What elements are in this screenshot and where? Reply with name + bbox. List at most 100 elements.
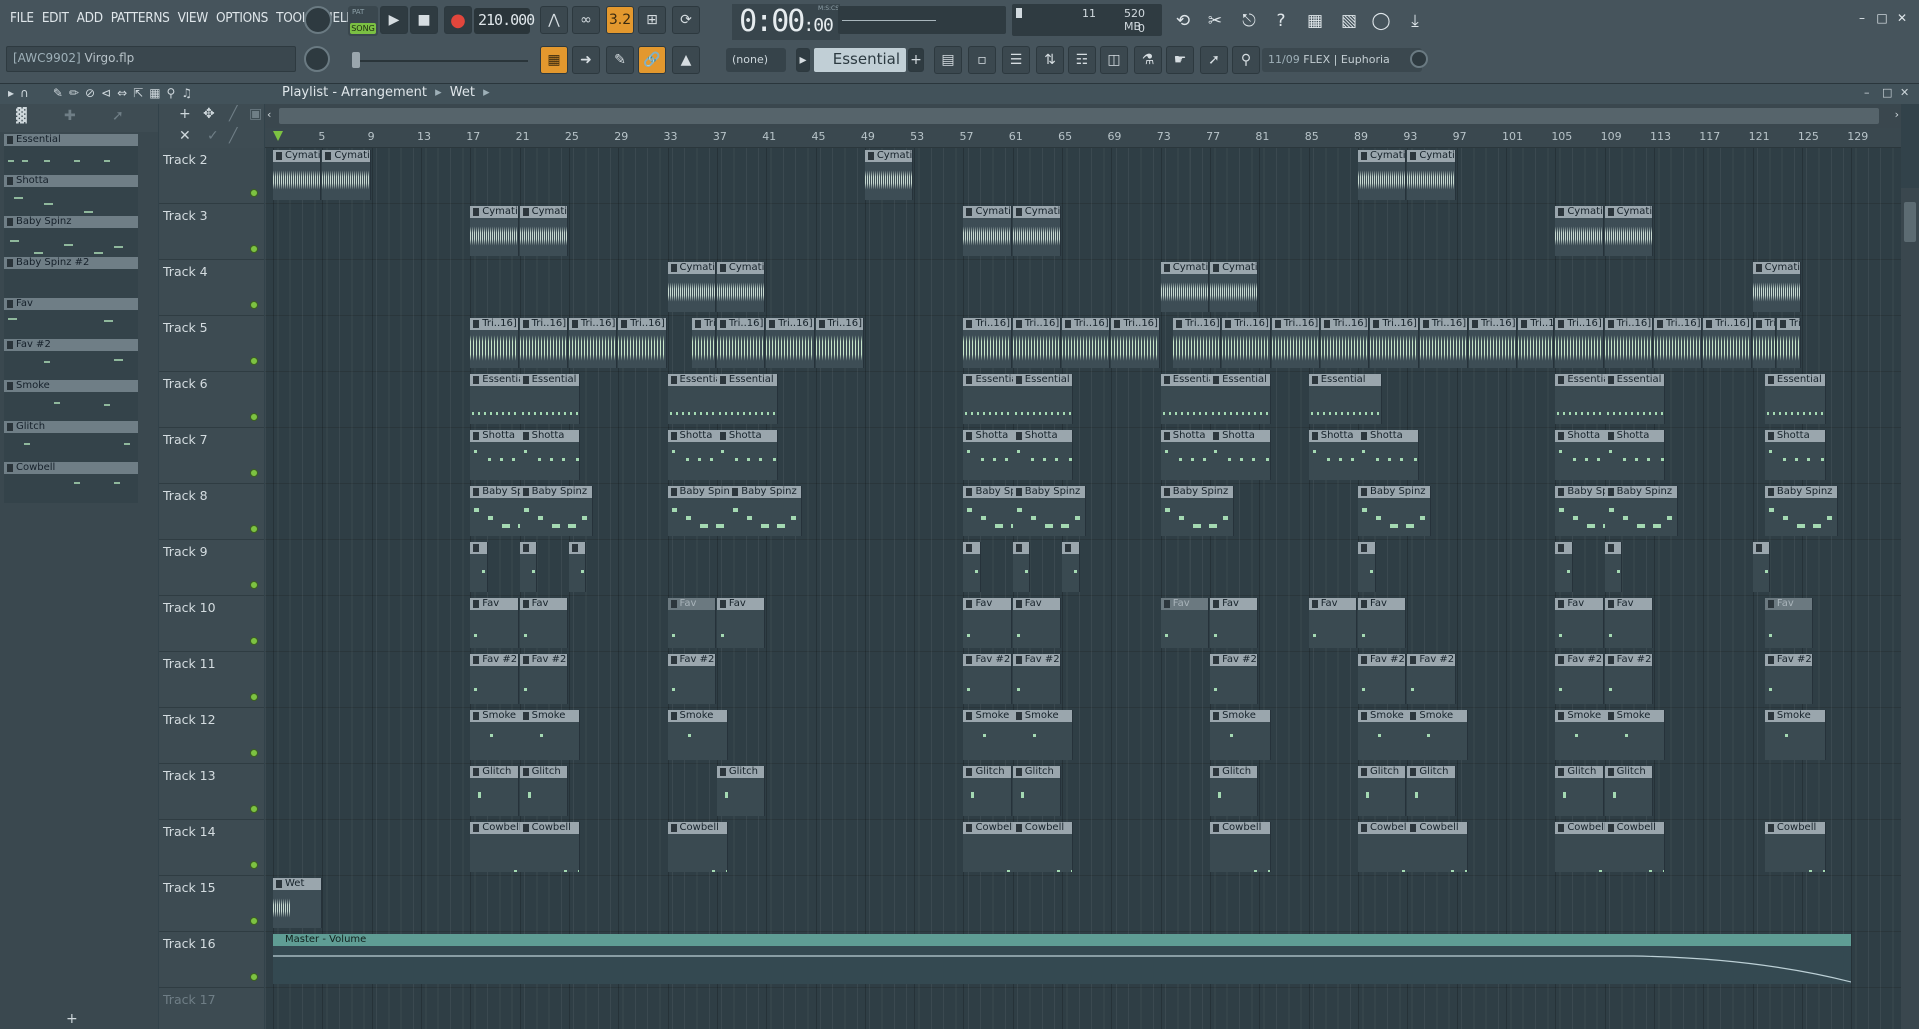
track-mute-led-icon[interactable] <box>250 357 258 365</box>
vertical-scrollbar[interactable] <box>1901 188 1919 1029</box>
track-header[interactable]: Track 9 <box>159 540 264 596</box>
audio-clip[interactable]: Tri..16] <box>1419 318 1468 368</box>
track-header[interactable]: Track 4 <box>159 260 264 316</box>
check-icon[interactable]: ✓ <box>207 128 219 144</box>
mixer-button[interactable]: ▤ <box>934 46 962 74</box>
pattern-clip[interactable]: Baby Spinz <box>1604 486 1678 536</box>
playlist-button[interactable]: ▦ <box>540 46 568 74</box>
audio-clip[interactable]: Tri..16] <box>1469 318 1518 368</box>
audio-clip[interactable]: Tri..16] <box>1271 318 1321 368</box>
audio-clip[interactable]: Tri..16] <box>1321 318 1370 368</box>
audio-clip[interactable]: Tri..16] <box>1111 318 1160 368</box>
play-button[interactable]: ▶ <box>380 6 408 34</box>
horizontal-scrollbar[interactable]: ‹ › <box>265 104 1901 128</box>
picker-item[interactable]: Fav #2 <box>4 339 138 380</box>
pattern-clip[interactable]: Fav <box>1604 598 1653 648</box>
audio-clip[interactable]: Tri..16] <box>1653 318 1703 368</box>
blend-notes-button[interactable]: ⊞ <box>638 6 666 34</box>
scroll-left-icon[interactable]: ‹ <box>267 108 271 121</box>
pattern-clip[interactable]: Cowbell <box>1210 822 1271 872</box>
audio-clip[interactable]: Tri..16] <box>1222 318 1271 368</box>
bar-ruler[interactable]: 5 9 13 17 21 25 29 33 37 41 45 49 53 57 61 65 69 73 77 81 85… <box>265 128 1901 148</box>
magnet-icon[interactable]: ∩ <box>20 86 29 100</box>
menu-patterns[interactable]: PATTERNS <box>107 8 174 28</box>
picker-item[interactable]: Cowbell <box>4 462 138 503</box>
pattern-clip[interactable] <box>470 542 488 592</box>
loop-record-button[interactable]: ⟳ <box>672 6 700 34</box>
pattern-clip[interactable]: Cowbell <box>1407 822 1468 872</box>
pattern-clip[interactable]: Glitch <box>519 766 568 816</box>
pattern-clip[interactable]: Smoke <box>1604 710 1666 760</box>
track-mute-led-icon[interactable] <box>250 189 258 197</box>
pattern-clip[interactable]: Fav <box>470 598 519 648</box>
playlist-crumb[interactable]: Wet <box>450 85 475 100</box>
pattern-clip[interactable]: Smoke <box>519 710 581 760</box>
track-header[interactable]: Track 15 <box>159 876 264 932</box>
audio-clip[interactable]: Tri..16] <box>470 318 519 368</box>
audio-clip[interactable]: Tri..16] <box>1173 318 1222 368</box>
pattern-clip[interactable]: Cowbell <box>519 822 581 872</box>
minimize-icon[interactable]: – <box>1854 10 1870 26</box>
pattern-selector[interactable]: Essential <box>814 48 906 72</box>
cpu-gauge-icon[interactable] <box>304 6 332 34</box>
link-button[interactable]: 🔗 <box>638 46 666 74</box>
add-plus-icon[interactable]: ✚ <box>64 108 76 124</box>
pattern-clip[interactable]: Shotta <box>716 430 778 480</box>
stop-button[interactable]: ■ <box>410 6 438 34</box>
track-header[interactable]: Track 5 <box>159 316 264 372</box>
audio-clip[interactable]: Tri..16] <box>1012 318 1062 368</box>
clip-grid[interactable]: Cymatics..M C MinCymatics..PM C MinCymat… <box>265 148 1901 1029</box>
picker-item[interactable]: Essential <box>4 134 138 175</box>
arrow-button[interactable]: ➜ <box>572 46 600 74</box>
wait-input-button[interactable]: ∞ <box>572 6 600 34</box>
track-mute-led-icon[interactable] <box>250 469 258 477</box>
pattern-clip[interactable]: Fav #2 <box>963 654 1012 704</box>
picker-view-icon[interactable]: ▣ <box>249 106 262 122</box>
add-pattern-button[interactable]: + <box>908 48 924 72</box>
menu-edit[interactable]: EDIT <box>38 8 73 28</box>
scroll-right-icon[interactable]: › <box>1895 108 1899 121</box>
pattern-clip[interactable]: Cowbell <box>1012 822 1074 872</box>
pattern-clip[interactable]: Fav #2 <box>1604 654 1653 704</box>
pattern-clip[interactable]: Shotta <box>1358 430 1419 480</box>
pattern-clip[interactable]: Fav #2 <box>1407 654 1456 704</box>
download-icon[interactable]: ⤓ <box>1402 8 1428 34</box>
menu-view[interactable]: VIEW <box>174 8 212 28</box>
track-mute-led-icon[interactable] <box>250 301 258 309</box>
pattern-clip[interactable]: Cowbell <box>1604 822 1666 872</box>
zoom-icon[interactable]: ⚲ <box>167 86 176 100</box>
record-button[interactable]: ● <box>444 6 472 34</box>
help-icon[interactable]: ? <box>1268 8 1294 34</box>
slider-handle[interactable] <box>352 52 360 68</box>
touch-keyboard-button[interactable]: ☛ <box>1166 46 1194 74</box>
playhead-marker-icon[interactable] <box>273 131 283 141</box>
pattern-clip[interactable] <box>1062 542 1080 592</box>
pattern-clip[interactable]: Fav <box>1358 598 1407 648</box>
track-mute-led-icon[interactable] <box>250 693 258 701</box>
pattern-clip[interactable]: Smoke <box>1764 710 1826 760</box>
pattern-clip[interactable]: Fav #2 <box>1012 654 1062 704</box>
plus-icon[interactable]: + <box>179 106 191 122</box>
audio-clip[interactable]: Tri..16] <box>568 318 618 368</box>
track-header[interactable]: Track 11 <box>159 652 264 708</box>
audio-clip[interactable]: Cymatics..M C Min <box>1358 150 1407 200</box>
audio-clip[interactable]: Cymatics..M C Min <box>667 262 716 312</box>
pattern-clip[interactable]: Baby Spinz <box>1764 486 1838 536</box>
audio-clip[interactable]: Cymatics..M C Min <box>1752 262 1801 312</box>
picker-item[interactable]: Smoke <box>4 380 138 421</box>
cut-icon[interactable]: ✂ <box>1202 8 1228 34</box>
pattern-clip[interactable]: Fav #2 <box>1210 654 1259 704</box>
track-header[interactable]: Track 17 <box>159 988 264 1029</box>
slip-icon[interactable]: ⇔ <box>117 86 127 100</box>
brush-button[interactable]: ✎ <box>606 46 634 74</box>
audio-clip[interactable]: Tri..16] <box>1777 318 1801 368</box>
track-header[interactable]: Track 8 <box>159 484 264 540</box>
browser-button[interactable]: ☶ <box>1068 46 1096 74</box>
audio-clip[interactable]: Tri..16] <box>618 318 667 368</box>
collapse-icon[interactable]: ✕ <box>179 128 191 144</box>
pin-button[interactable]: ➚ <box>1200 46 1228 74</box>
chat-icon[interactable]: ◯ <box>1368 8 1394 34</box>
pattern-clip[interactable]: Shotta <box>1604 430 1666 480</box>
master-pitch-slider[interactable] <box>352 60 528 62</box>
pattern-clip[interactable]: Cowbell <box>667 822 729 872</box>
